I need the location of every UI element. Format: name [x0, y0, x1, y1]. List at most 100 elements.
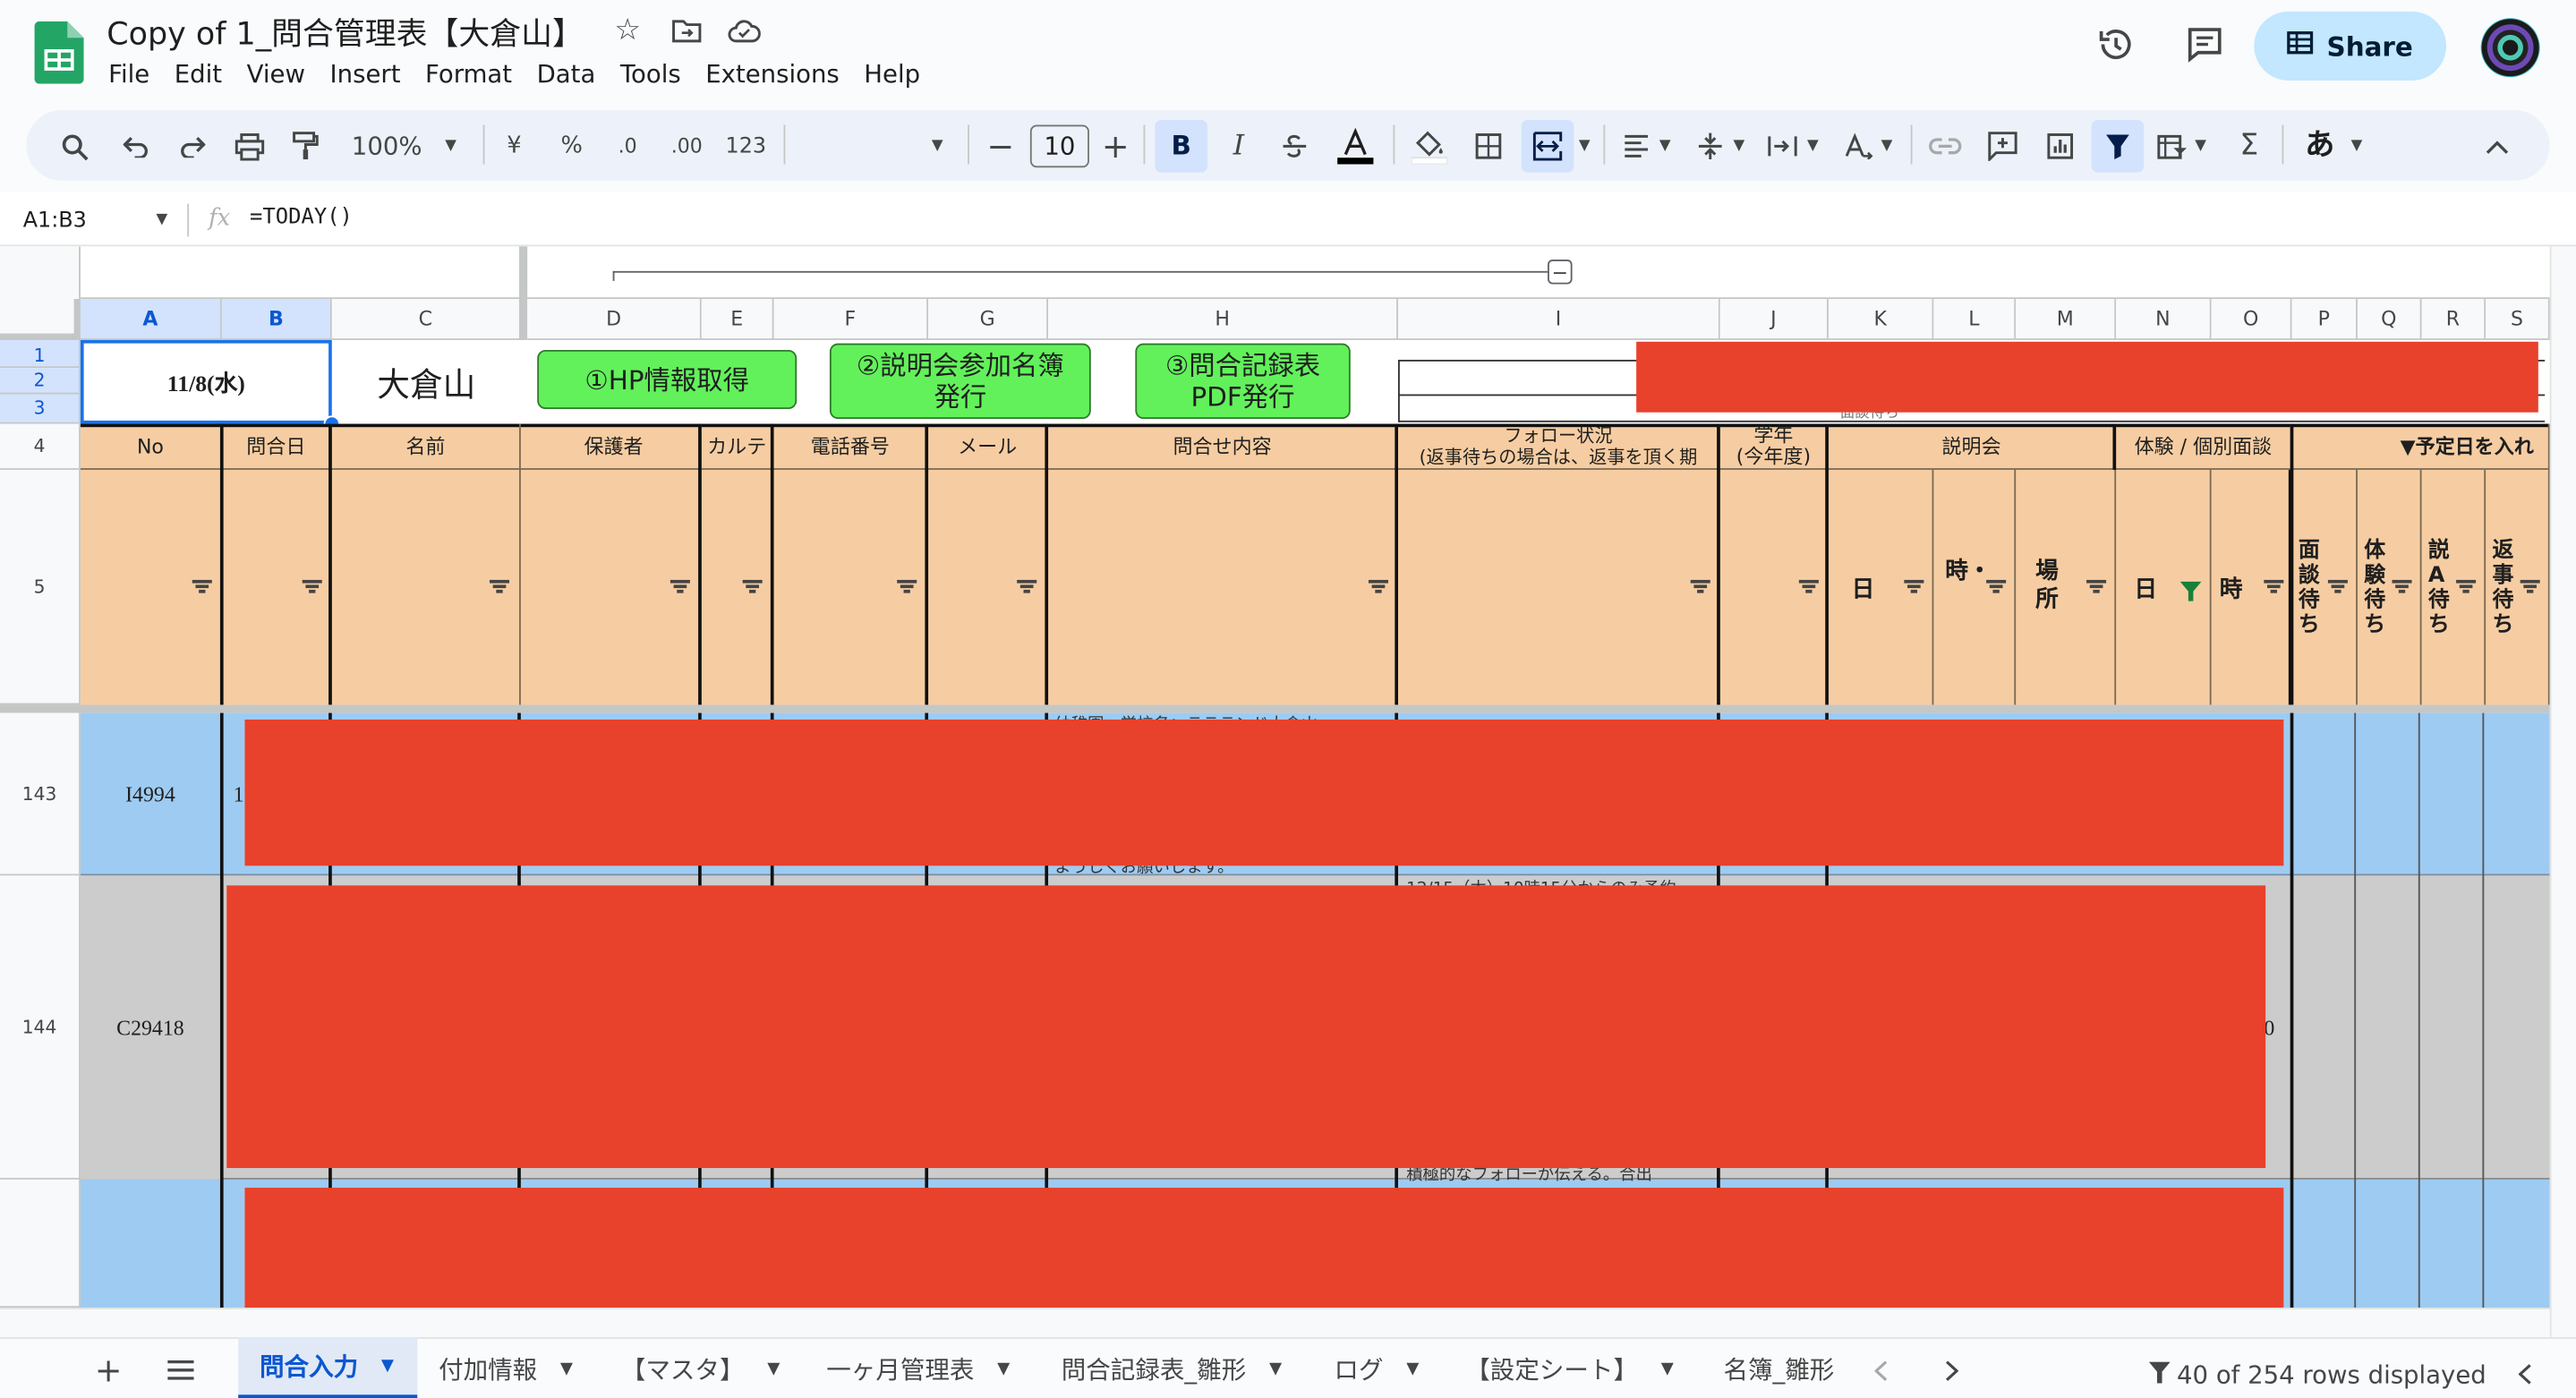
column-header-k[interactable]: K — [1828, 299, 1934, 340]
sheet-tab-active[interactable]: 問合入力 ▼ — [238, 1337, 418, 1398]
zoom-select[interactable]: 100% ▼ — [338, 128, 470, 164]
font-family-select[interactable]: ▼ — [795, 128, 952, 164]
column-header-g[interactable]: G — [928, 299, 1049, 340]
row-143-id[interactable]: I4994 — [81, 713, 220, 876]
vertical-align-icon[interactable] — [1693, 130, 1728, 163]
name-box[interactable]: A1:B3 ▼ — [10, 202, 175, 238]
text-rotation-icon[interactable] — [1840, 130, 1876, 163]
menu-file[interactable]: File — [108, 59, 149, 89]
location-cell[interactable]: 大倉山 — [332, 340, 521, 424]
hp-info-button[interactable]: ①HP情報取得 — [537, 349, 798, 410]
row-header-2[interactable]: 2 — [0, 368, 81, 395]
decrease-font-size-button[interactable]: − — [984, 130, 1017, 163]
version-history-icon[interactable] — [2093, 21, 2138, 67]
menu-edit[interactable]: Edit — [175, 59, 222, 89]
column-header-b[interactable]: B — [221, 299, 332, 340]
filter-icon[interactable] — [2091, 119, 2145, 173]
column-header-j[interactable]: J — [1719, 299, 1829, 340]
more-formats-button[interactable]: 123 — [724, 130, 767, 163]
filter-button-s-icon[interactable] — [2520, 579, 2540, 593]
increase-decimal-button[interactable]: .00 — [665, 130, 708, 163]
row-144-id[interactable]: C29418 — [81, 875, 220, 1180]
menu-data[interactable]: Data — [537, 59, 596, 89]
all-sheets-icon[interactable] — [163, 1352, 199, 1388]
increase-font-size-button[interactable]: + — [1099, 130, 1132, 163]
row-header-144[interactable]: 144 — [0, 875, 81, 1180]
strikethrough-icon[interactable] — [1278, 130, 1311, 163]
column-header-l[interactable]: L — [1933, 299, 2017, 340]
column-header-n[interactable]: N — [2116, 299, 2212, 340]
comments-icon[interactable] — [2182, 21, 2228, 67]
column-header-f[interactable]: F — [773, 299, 929, 340]
borders-icon[interactable] — [1472, 130, 1506, 163]
column-header-a[interactable]: A — [80, 299, 222, 340]
sheet-tab[interactable]: 名簿_雛形 — [1723, 1337, 1841, 1398]
menu-view[interactable]: View — [247, 59, 305, 89]
filter-button-c-icon[interactable] — [489, 579, 510, 593]
filter-button-k-icon[interactable] — [1904, 579, 1924, 593]
star-icon[interactable]: ☆ — [611, 15, 644, 48]
column-header-m[interactable]: M — [2016, 299, 2117, 340]
filter-button-f-icon[interactable] — [897, 579, 917, 593]
filter-button-j-icon[interactable] — [1798, 579, 1819, 593]
cloud-status-icon[interactable] — [726, 15, 762, 48]
column-header-d[interactable]: D — [527, 299, 702, 340]
column-header-s[interactable]: S — [2486, 299, 2550, 340]
scroll-tabs-left-icon[interactable] — [1866, 1352, 1896, 1388]
bold-button[interactable]: B — [1155, 119, 1208, 173]
column-header-p[interactable]: P — [2291, 299, 2358, 340]
menu-help[interactable]: Help — [864, 59, 920, 89]
collapse-group-button[interactable]: − — [1548, 260, 1573, 285]
percent-format-button[interactable]: % — [555, 130, 588, 163]
sheet-tab[interactable]: 付加情報 ▼ — [439, 1337, 573, 1398]
account-avatar[interactable] — [2480, 18, 2540, 78]
filter-button-l-icon[interactable] — [1986, 579, 2007, 593]
horizontal-align-caret-icon[interactable]: ▼ — [1659, 138, 1671, 154]
column-header-h[interactable]: H — [1048, 299, 1399, 340]
paint-format-icon[interactable] — [289, 130, 322, 163]
filter-button-r-icon[interactable] — [2456, 579, 2477, 593]
search-menus-icon[interactable] — [57, 130, 90, 163]
row-header-5[interactable]: 5 — [0, 469, 81, 705]
font-size-input[interactable]: 10 — [1029, 124, 1089, 168]
insert-chart-icon[interactable] — [2043, 130, 2078, 163]
filter-active-n-icon[interactable] — [2179, 576, 2202, 601]
menu-tools[interactable]: Tools — [620, 59, 681, 89]
print-icon[interactable] — [234, 130, 267, 163]
row-header-4[interactable]: 4 — [0, 423, 81, 470]
text-wrapping-icon[interactable] — [1764, 130, 1800, 163]
text-rotation-caret-icon[interactable]: ▼ — [1881, 138, 1893, 154]
explore-collapse-icon[interactable] — [2511, 1355, 2540, 1391]
document-title[interactable]: Copy of 1_問合管理表【大倉山】 — [107, 10, 584, 55]
filter-button-i-icon[interactable] — [1690, 579, 1710, 593]
sheet-tab[interactable]: 【設定シート】 ▼ — [1465, 1337, 1674, 1398]
merge-cells-icon[interactable] — [1521, 119, 1574, 173]
share-button[interactable]: Share — [2254, 11, 2447, 81]
horizontal-align-icon[interactable] — [1618, 130, 1654, 163]
merge-caret-icon[interactable]: ▼ — [1579, 138, 1591, 154]
column-header-o[interactable]: O — [2211, 299, 2292, 340]
filter-button-o-icon[interactable] — [2264, 579, 2284, 593]
input-tools-caret-icon[interactable]: ▼ — [2351, 138, 2363, 154]
redo-icon[interactable] — [175, 130, 209, 163]
sheet-tab[interactable]: 問合記録表_雛形 ▼ — [1062, 1337, 1282, 1398]
move-folder-icon[interactable] — [670, 16, 704, 46]
insert-comment-icon[interactable] — [1984, 130, 2020, 163]
column-header-i[interactable]: I — [1398, 299, 1720, 340]
filter-button-q-icon[interactable] — [2392, 579, 2412, 593]
horizontal-scroll-area[interactable] — [0, 1308, 2550, 1338]
vertical-align-caret-icon[interactable]: ▼ — [1733, 138, 1744, 154]
sheet-tab[interactable]: ログ ▼ — [1334, 1337, 1419, 1398]
row-header-3[interactable]: 3 — [0, 394, 81, 424]
formula-input[interactable]: =TODAY() — [250, 205, 353, 230]
select-all-corner[interactable] — [0, 299, 81, 340]
menu-extensions[interactable]: Extensions — [705, 59, 840, 89]
date-cell[interactable]: 11/8(水) — [80, 339, 332, 424]
filter-button-m-icon[interactable] — [2086, 579, 2107, 593]
filter-button-g-icon[interactable] — [1017, 579, 1037, 593]
filter-button-b-icon[interactable] — [302, 579, 322, 593]
fill-color-icon[interactable] — [1408, 126, 1451, 166]
row-header-145[interactable] — [0, 1179, 81, 1308]
sheet-tab[interactable]: 【マスタ】 ▼ — [621, 1337, 780, 1398]
italic-button[interactable]: I — [1223, 130, 1256, 163]
